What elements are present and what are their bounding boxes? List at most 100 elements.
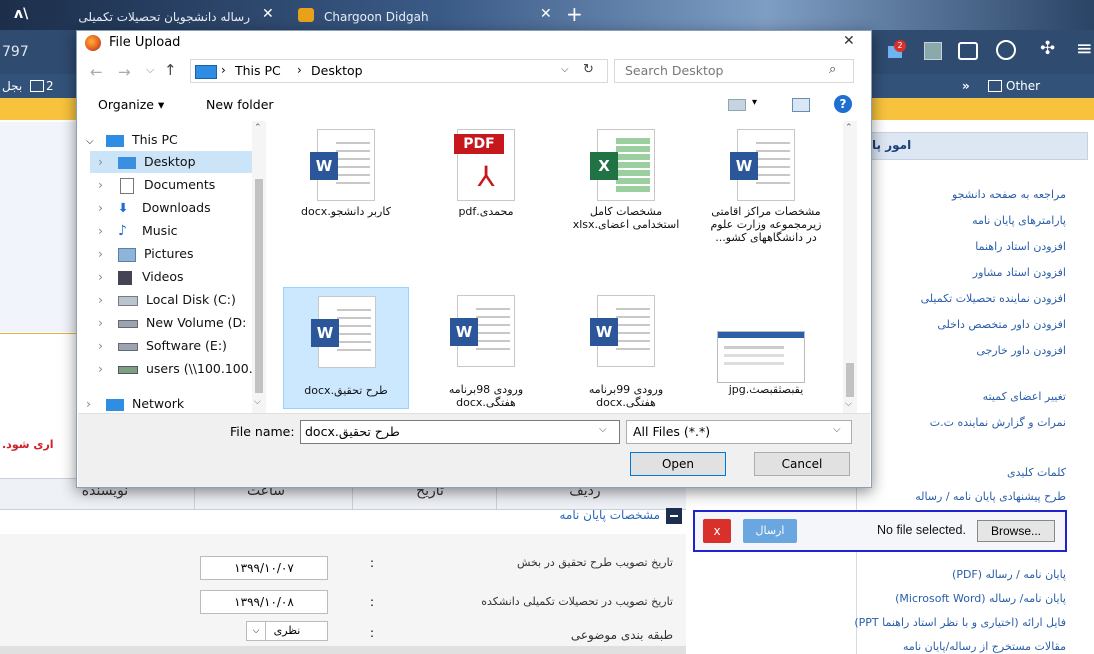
forward-icon[interactable]: → xyxy=(118,63,131,81)
nav-item-desktop[interactable]: › Desktop xyxy=(90,151,258,173)
close-icon[interactable]: ✕ xyxy=(843,33,855,49)
reader-icon[interactable] xyxy=(924,42,942,60)
open-button[interactable]: Open xyxy=(630,452,726,476)
bookmark-folder-icon xyxy=(30,80,44,92)
preview-pane-icon[interactable] xyxy=(792,98,810,112)
chevron-down-icon[interactable]: ⌵ xyxy=(561,64,569,75)
chevron-up-icon[interactable]: ⌃ xyxy=(254,123,262,133)
sidebar-link[interactable]: مراجعه به صفحه دانشجو xyxy=(952,188,1066,201)
view-icon[interactable] xyxy=(728,99,746,111)
nav-item-software[interactable]: › Software (E:) xyxy=(90,335,227,357)
bookmark-folder[interactable]: 2 xyxy=(46,74,54,98)
file-item[interactable]: W ورودی 99برنامه هفتگی.docx xyxy=(567,287,685,409)
account-icon[interactable] xyxy=(996,40,1016,60)
sidebar-link[interactable]: نمرات و گزارش نماینده ت.ت xyxy=(930,416,1066,429)
tab-close-icon[interactable]: ✕ xyxy=(540,6,552,22)
tab-thesis[interactable]: رساله دانشجویان تحصیلات تکمیلی xyxy=(40,4,250,30)
sidebar-link[interactable]: پایان نامه/ رساله (Microsoft Word) xyxy=(895,592,1066,605)
up-icon[interactable]: ↑ xyxy=(164,61,177,79)
nav-item-new-volume[interactable]: › New Volume (D: xyxy=(90,312,246,334)
nav-item-this-pc[interactable]: ⌵ This PC xyxy=(78,129,178,151)
extensions-icon[interactable]: ✣ xyxy=(1040,38,1055,59)
chevron-down-icon[interactable]: ⌵ xyxy=(845,399,852,409)
sidebar-link[interactable]: پارامترهای پایان نامه xyxy=(972,214,1066,227)
sidebar-toggle-icon[interactable] xyxy=(958,42,978,60)
file-name: محمدی.pdf xyxy=(458,205,514,218)
file-type-select[interactable]: All Files (*.*) ⌵ xyxy=(626,420,852,444)
browse-button[interactable]: Browse... xyxy=(977,520,1055,542)
sidebar-link[interactable]: پایان نامه / رساله (PDF) xyxy=(952,568,1066,581)
nav-item-local-disk[interactable]: › Local Disk (C:) xyxy=(90,289,236,311)
refresh-icon[interactable]: ↻ xyxy=(583,62,594,77)
documents-icon xyxy=(119,177,134,194)
chevron-down-icon[interactable]: ▾ xyxy=(752,97,757,108)
back-icon[interactable]: ← xyxy=(90,63,103,81)
chevron-down-icon[interactable]: ⌵ xyxy=(833,424,841,435)
drive-icon xyxy=(117,319,138,328)
address-bar[interactable]: › This PC › Desktop ⌵ ↻ xyxy=(190,59,608,83)
sidebar-link[interactable]: مقالات مستخرج از رساله/پایان نامه xyxy=(903,640,1066,653)
file-item-selected[interactable]: W طرح تحقیق.docx xyxy=(283,287,409,409)
chevron-down-icon[interactable]: ⌵ xyxy=(254,397,261,407)
field-label: طبقه بندی موضوعی xyxy=(570,628,673,642)
breadcrumb-item[interactable]: This PC xyxy=(235,63,281,78)
sidebar-link[interactable]: کلمات کلیدی xyxy=(1007,466,1066,479)
chevron-down-icon[interactable]: ⌵ xyxy=(599,424,607,435)
file-item[interactable]: PDF ⅄ محمدی.pdf xyxy=(427,121,545,239)
search-box[interactable]: Search Desktop ⌕ xyxy=(614,59,854,83)
sidebar-link[interactable]: افزودن نماینده تحصیلات تکمیلی xyxy=(921,292,1066,305)
nav-item-network[interactable]: › Network xyxy=(78,393,184,415)
cancel-button[interactable]: Cancel xyxy=(754,452,850,476)
file-name-input[interactable]: طرح تحقیق.docx ⌵ xyxy=(300,420,620,444)
scrollbar-thumb[interactable] xyxy=(255,179,263,393)
nav-item-music[interactable]: › ♪ Music xyxy=(90,220,178,242)
chevron-up-icon[interactable]: ⌃ xyxy=(845,123,853,133)
nav-item-pictures[interactable]: › Pictures xyxy=(90,243,193,265)
new-tab-icon[interactable]: + xyxy=(566,2,583,26)
file-name: کاربر دانشجو.docx xyxy=(301,205,391,218)
file-item[interactable]: W ورودی 98برنامه هفتگی.docx xyxy=(427,287,545,409)
sidebar-link[interactable]: افزودن داور متخصص داخلی xyxy=(937,318,1066,331)
chevron-right-icon[interactable]: » xyxy=(962,74,970,98)
organize-button[interactable]: Organize ▾ xyxy=(98,97,164,112)
scrollbar-thumb[interactable] xyxy=(846,363,854,397)
files-scrollbar[interactable]: ⌃ ⌵ xyxy=(843,121,857,413)
sidebar-link[interactable]: افزودن استاد راهنما xyxy=(975,240,1066,253)
file-item[interactable]: X مشخصات کامل استخدامی اعضای.xlsx xyxy=(567,121,685,239)
chevron-down-icon[interactable]: ⌵ xyxy=(146,63,154,77)
approval-date-input[interactable]: ۱۳۹۹/۱۰/۰۷ xyxy=(200,556,328,580)
faculty-approval-date-input[interactable]: ۱۳۹۹/۱۰/۰۸ xyxy=(200,590,328,614)
subject-class-select[interactable]: نظری ⌵ xyxy=(246,621,328,641)
send-button[interactable]: ارسال xyxy=(743,519,797,543)
dialog-title: File Upload xyxy=(109,35,181,50)
tab-close-icon[interactable]: ✕ xyxy=(262,6,274,22)
sidebar-link[interactable]: افزودن استاد مشاور xyxy=(973,266,1066,279)
sidebar-link[interactable]: تغییر اعضای کمیته xyxy=(983,390,1066,403)
delete-button[interactable]: x xyxy=(703,519,731,543)
excel-icon: X xyxy=(590,152,618,180)
breadcrumb-item[interactable]: Desktop xyxy=(311,63,363,78)
left-panel xyxy=(0,122,77,332)
nav-scrollbar[interactable]: ⌃ ⌵ xyxy=(252,121,266,413)
breadcrumb-sep: › xyxy=(297,63,302,77)
file-item[interactable]: W کاربر دانشجو.docx xyxy=(287,121,405,239)
network-icon xyxy=(105,398,124,411)
sidebar-link[interactable]: طرح پیشنهادی پایان نامه / رساله xyxy=(915,490,1066,503)
nav-item-users-share[interactable]: › users (\\100.100. xyxy=(90,358,253,380)
nav-item-documents[interactable]: › Documents xyxy=(90,174,215,196)
collapse-icon[interactable] xyxy=(666,508,682,524)
bookmark-label: بجل xyxy=(2,79,23,93)
nav-item-downloads[interactable]: › ⬇ Downloads xyxy=(90,197,211,219)
field-colon: : xyxy=(370,626,375,640)
sidebar-link[interactable]: فایل ارائه (اختیاری و با نظر استاد راهنم… xyxy=(854,616,1066,629)
menu-icon[interactable]: ≡ xyxy=(1076,36,1093,60)
file-item[interactable]: W مشخصات مراکز اقامتی زیرمجموعه وزارت عل… xyxy=(707,121,825,244)
extension-icon[interactable]: 2 xyxy=(884,40,906,60)
new-folder-button[interactable]: New folder xyxy=(206,97,274,112)
sidebar-link[interactable]: افزودن داور خارجی xyxy=(976,344,1066,357)
nav-item-videos[interactable]: › Videos xyxy=(90,266,184,288)
help-icon[interactable]: ? xyxy=(834,95,852,113)
tab-chargoon[interactable]: Chargoon Didgah xyxy=(324,4,474,30)
search-icon: ⌕ xyxy=(829,62,837,77)
file-item[interactable]: یقبصثقبصث.jpg xyxy=(707,287,825,405)
